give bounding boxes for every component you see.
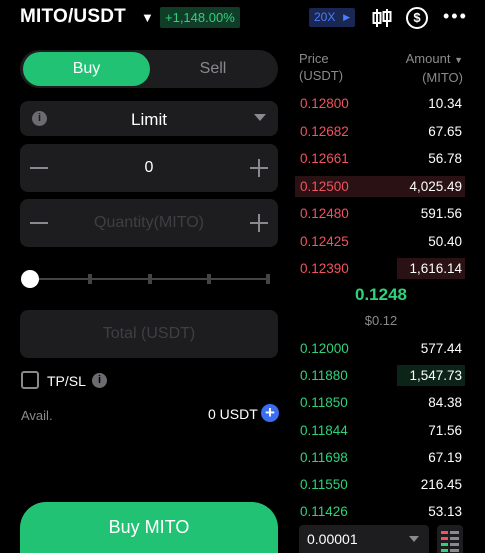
orderbook-layout-icon[interactable] — [437, 525, 463, 553]
total-field[interactable]: Total (USDT) — [20, 310, 278, 358]
tab-buy[interactable]: Buy — [23, 52, 150, 86]
precision-select[interactable]: 0.00001 — [299, 525, 429, 553]
orderbook-price-header: Price (USDT) — [299, 50, 343, 84]
leverage-label: 20X — [314, 10, 336, 24]
bid-amount: 216.45 — [420, 477, 462, 492]
order-type-label: Limit — [131, 110, 167, 129]
precision-value: 0.00001 — [307, 531, 358, 547]
tab-sell[interactable]: Sell — [150, 52, 276, 86]
ask-amount: 591.56 — [420, 206, 462, 221]
ask-row[interactable]: 0.12425 50.40 — [297, 231, 465, 252]
bid-price: 0.11850 — [300, 395, 348, 411]
ask-price: 0.12480 — [300, 206, 349, 221]
ask-row[interactable]: 0.12480 591.56 — [297, 203, 465, 224]
amount-header-label: Amount — [405, 51, 451, 66]
slider-tick[interactable] — [148, 274, 152, 284]
ask-price: 0.12390 — [300, 261, 349, 276]
ask-price: 0.12425 — [300, 233, 349, 249]
bid-row[interactable]: 0.11550 216.45 — [297, 474, 465, 495]
price-header-label: Price — [299, 51, 329, 66]
ask-row[interactable]: 0.12390 1,616.14 — [297, 258, 465, 279]
slider-tick[interactable] — [88, 274, 92, 284]
bid-price: 0.11880 — [300, 368, 348, 384]
ask-price: 0.12661 — [300, 151, 349, 166]
buy-button[interactable]: Buy MITO — [20, 502, 278, 553]
bid-amount: 71.56 — [428, 422, 462, 438]
bid-row[interactable]: 0.11426 53.13 — [297, 501, 465, 522]
ask-row[interactable]: 0.12682 67.65 — [297, 121, 465, 142]
ask-price: 0.12800 — [300, 96, 349, 111]
ask-amount: 67.65 — [428, 123, 462, 139]
avail-label: Avail. — [21, 408, 53, 423]
bid-price: 0.11426 — [300, 504, 348, 520]
bid-row[interactable]: 0.11850 84.38 — [297, 392, 465, 413]
leverage-button[interactable]: 20X ▶ — [309, 8, 355, 27]
top-bar: MITO/USDT ▼ +1,148.00% 20X ▶ $ ••• — [0, 0, 485, 36]
candlestick-icon[interactable] — [371, 7, 393, 29]
buy-sell-tabs: Buy Sell — [20, 50, 278, 88]
tpsl-checkbox[interactable] — [21, 371, 39, 389]
bid-row[interactable]: 0.12000 577.44 — [297, 338, 465, 359]
ask-price: 0.12682 — [300, 123, 349, 139]
ask-row[interactable]: 0.12500 4,025.49 — [295, 175, 465, 197]
slider-tick[interactable] — [207, 274, 211, 284]
add-funds-icon[interactable]: + — [261, 404, 279, 422]
plus-icon-vertical[interactable] — [258, 159, 260, 177]
pair-title[interactable]: MITO/USDT — [20, 6, 126, 28]
bid-amount: 577.44 — [420, 341, 462, 356]
ask-amount: 50.40 — [428, 233, 462, 249]
ask-amount: 56.78 — [428, 151, 462, 166]
caret-right-icon: ▶ — [343, 12, 350, 22]
bid-row[interactable]: 0.11844 71.56 — [297, 420, 465, 441]
slider-tick[interactable] — [266, 274, 270, 284]
bid-row[interactable]: 0.11880 1,547.73 — [297, 365, 465, 387]
last-price-usd: $0.12 — [364, 313, 398, 328]
bid-price: 0.12000 — [300, 341, 349, 356]
bid-amount: 1,547.73 — [409, 368, 462, 384]
info-icon[interactable]: i — [92, 373, 107, 388]
bid-price: 0.11698 — [300, 449, 348, 465]
bid-amount: 84.38 — [428, 395, 462, 411]
slider-handle[interactable] — [21, 270, 39, 288]
bid-price: 0.11844 — [300, 422, 348, 438]
ask-row[interactable]: 0.12661 56.78 — [297, 148, 465, 169]
last-price: 0.1248 — [355, 285, 407, 304]
tpsl-label: TP/SL — [47, 373, 86, 389]
ask-amount: 1,616.14 — [409, 261, 462, 276]
ask-price: 0.12500 — [300, 178, 349, 194]
dollar-icon[interactable]: $ — [406, 7, 428, 29]
more-icon[interactable]: ••• — [443, 6, 468, 27]
change-badge: +1,148.00% — [160, 7, 240, 28]
order-type-select[interactable]: i Limit — [20, 101, 278, 136]
avail-value: 0 USDT — [208, 406, 258, 422]
quantity-stepper: Quantity(MITO) — [20, 199, 278, 247]
chevron-down-icon[interactable]: ▼ — [141, 10, 154, 25]
quantity-input[interactable]: Quantity(MITO) — [20, 214, 278, 232]
total-input[interactable]: Total (USDT) — [20, 325, 278, 343]
chevron-down-icon — [409, 536, 419, 542]
ask-row[interactable]: 0.12800 10.34 — [297, 93, 465, 114]
chevron-down-icon: ▼ — [454, 55, 463, 65]
plus-icon-vertical[interactable] — [258, 214, 260, 232]
bid-amount: 67.19 — [428, 449, 462, 465]
amount-header-unit: (MITO) — [422, 70, 463, 85]
ask-amount: 10.34 — [428, 96, 462, 111]
bid-row[interactable]: 0.11698 67.19 — [297, 447, 465, 468]
bid-price: 0.11550 — [300, 477, 348, 492]
bid-amount: 53.13 — [428, 504, 462, 520]
orderbook-amount-header[interactable]: Amount ▼ (MITO) — [406, 50, 463, 86]
price-stepper: 0 — [20, 144, 278, 192]
price-header-unit: (USDT) — [299, 68, 344, 83]
chevron-down-icon — [254, 114, 266, 121]
ask-amount: 4,025.49 — [409, 178, 462, 194]
price-input[interactable]: 0 — [20, 159, 278, 177]
